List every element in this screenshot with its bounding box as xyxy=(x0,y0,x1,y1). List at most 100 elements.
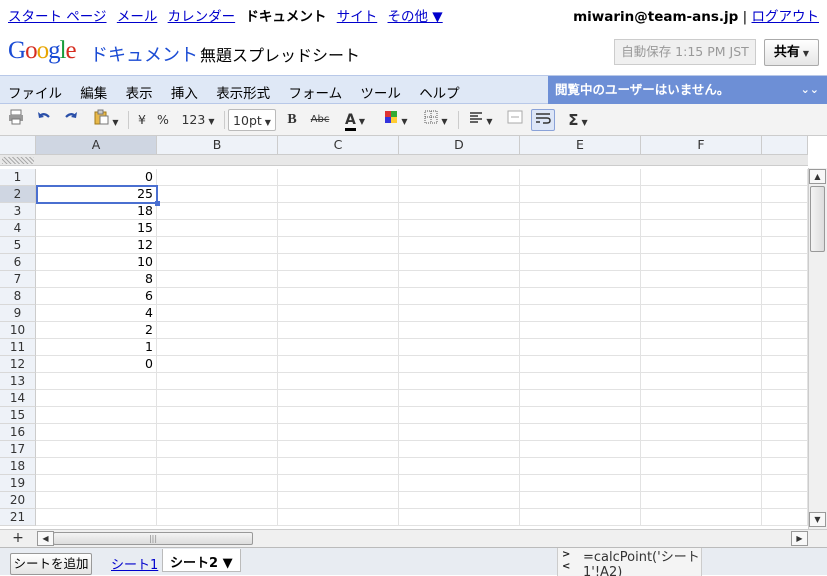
cell-a5[interactable]: 12 xyxy=(36,237,157,254)
cell-overflow[interactable] xyxy=(762,305,808,322)
menu-edit[interactable]: 編集 xyxy=(80,86,107,102)
cell-e21[interactable] xyxy=(520,509,641,526)
cell-d13[interactable] xyxy=(399,373,520,390)
row-header[interactable]: 2 xyxy=(0,186,36,203)
cell-overflow[interactable] xyxy=(762,492,808,509)
borders-dropdown[interactable]: ▼ xyxy=(420,109,452,131)
cell-a1[interactable]: 0 xyxy=(36,169,157,186)
cell-overflow[interactable] xyxy=(762,254,808,271)
cell-d8[interactable] xyxy=(399,288,520,305)
cell-f18[interactable] xyxy=(641,458,762,475)
share-button[interactable]: 共有 ▼ xyxy=(764,39,819,66)
cell-c13[interactable] xyxy=(278,373,399,390)
row-header[interactable]: 11 xyxy=(0,339,36,356)
cell-f10[interactable] xyxy=(641,322,762,339)
cell-a19[interactable] xyxy=(36,475,157,492)
cell-f9[interactable] xyxy=(641,305,762,322)
cell-overflow[interactable] xyxy=(762,390,808,407)
sheet-tab-1[interactable]: シート1 xyxy=(111,554,158,573)
row-header[interactable]: 16 xyxy=(0,424,36,441)
cell-overflow[interactable] xyxy=(762,339,808,356)
percent-format-button[interactable]: % xyxy=(154,109,172,131)
cell-d16[interactable] xyxy=(399,424,520,441)
cell-d11[interactable] xyxy=(399,339,520,356)
row-header[interactable]: 21 xyxy=(0,509,36,526)
sheet-tab-2[interactable]: シート2 ▼ xyxy=(162,549,241,572)
fill-handle[interactable] xyxy=(155,201,160,206)
cell-overflow[interactable] xyxy=(762,271,808,288)
cell-b7[interactable] xyxy=(157,271,278,288)
merge-cells-icon[interactable] xyxy=(505,109,525,131)
select-all-corner[interactable] xyxy=(0,136,36,155)
cell-e14[interactable] xyxy=(520,390,641,407)
cell-overflow[interactable] xyxy=(762,475,808,492)
nav-link-sites[interactable]: サイト xyxy=(337,9,378,25)
cell-overflow[interactable] xyxy=(762,237,808,254)
menu-tools[interactable]: ツール xyxy=(360,86,401,102)
cell-e2[interactable] xyxy=(520,186,641,203)
cell-b17[interactable] xyxy=(157,441,278,458)
cell-e4[interactable] xyxy=(520,220,641,237)
cell-e13[interactable] xyxy=(520,373,641,390)
cell-d2[interactable] xyxy=(399,186,520,203)
cell-e19[interactable] xyxy=(520,475,641,492)
cell-b5[interactable] xyxy=(157,237,278,254)
add-sheet-button[interactable]: シートを追加 xyxy=(10,553,92,575)
cell-d3[interactable] xyxy=(399,203,520,220)
wrap-text-icon[interactable] xyxy=(531,109,555,131)
vertical-scroll-thumb[interactable] xyxy=(810,186,825,252)
cell-d15[interactable] xyxy=(399,407,520,424)
cell-d4[interactable] xyxy=(399,220,520,237)
row-header[interactable]: 9 xyxy=(0,305,36,322)
cell-c12[interactable] xyxy=(278,356,399,373)
cell-e12[interactable] xyxy=(520,356,641,373)
row-header[interactable]: 18 xyxy=(0,458,36,475)
cell-c1[interactable] xyxy=(278,169,399,186)
column-header-c[interactable]: C xyxy=(278,136,399,155)
scroll-up-icon[interactable]: ▲ xyxy=(809,169,826,184)
cell-a4[interactable]: 15 xyxy=(36,220,157,237)
cell-b2[interactable] xyxy=(157,186,278,203)
formula-toggle-icon[interactable]: > < xyxy=(562,549,570,573)
vertical-scrollbar[interactable]: ▲ ▼ xyxy=(808,168,827,529)
cell-c7[interactable] xyxy=(278,271,399,288)
cell-e10[interactable] xyxy=(520,322,641,339)
align-dropdown[interactable]: ▼ xyxy=(465,109,497,131)
row-header[interactable]: 4 xyxy=(0,220,36,237)
formula-preview[interactable]: > < =calcPoint('シート1'!A2) xyxy=(557,548,702,576)
cell-a9[interactable]: 4 xyxy=(36,305,157,322)
bold-button[interactable]: B xyxy=(283,109,301,131)
paint-format-dropdown[interactable]: ▼ xyxy=(90,109,122,131)
cell-f14[interactable] xyxy=(641,390,762,407)
cell-f8[interactable] xyxy=(641,288,762,305)
cell-d19[interactable] xyxy=(399,475,520,492)
cell-c15[interactable] xyxy=(278,407,399,424)
cell-a16[interactable] xyxy=(36,424,157,441)
cell-a15[interactable] xyxy=(36,407,157,424)
row-header[interactable]: 3 xyxy=(0,203,36,220)
cell-b1[interactable] xyxy=(157,169,278,186)
cell-f3[interactable] xyxy=(641,203,762,220)
cell-c2[interactable] xyxy=(278,186,399,203)
cell-f4[interactable] xyxy=(641,220,762,237)
cell-b12[interactable] xyxy=(157,356,278,373)
text-color-dropdown[interactable]: A ▼ xyxy=(339,109,371,131)
cell-e3[interactable] xyxy=(520,203,641,220)
cell-a11[interactable]: 1 xyxy=(36,339,157,356)
cell-f21[interactable] xyxy=(641,509,762,526)
menu-form[interactable]: フォーム xyxy=(288,86,342,102)
cell-c20[interactable] xyxy=(278,492,399,509)
cell-overflow[interactable] xyxy=(762,203,808,220)
cell-d14[interactable] xyxy=(399,390,520,407)
cell-c19[interactable] xyxy=(278,475,399,492)
double-chevron-down-icon[interactable]: ⌄⌄ xyxy=(801,76,819,104)
row-header[interactable]: 17 xyxy=(0,441,36,458)
currency-format-button[interactable]: ¥ xyxy=(134,109,150,131)
cell-a21[interactable] xyxy=(36,509,157,526)
cell-e6[interactable] xyxy=(520,254,641,271)
google-logo[interactable]: Google xyxy=(8,37,77,65)
functions-dropdown[interactable]: Σ ▼ xyxy=(563,109,593,131)
nav-link-more[interactable]: その他 ▼ xyxy=(388,9,443,25)
cell-overflow[interactable] xyxy=(762,424,808,441)
row-header[interactable]: 12 xyxy=(0,356,36,373)
